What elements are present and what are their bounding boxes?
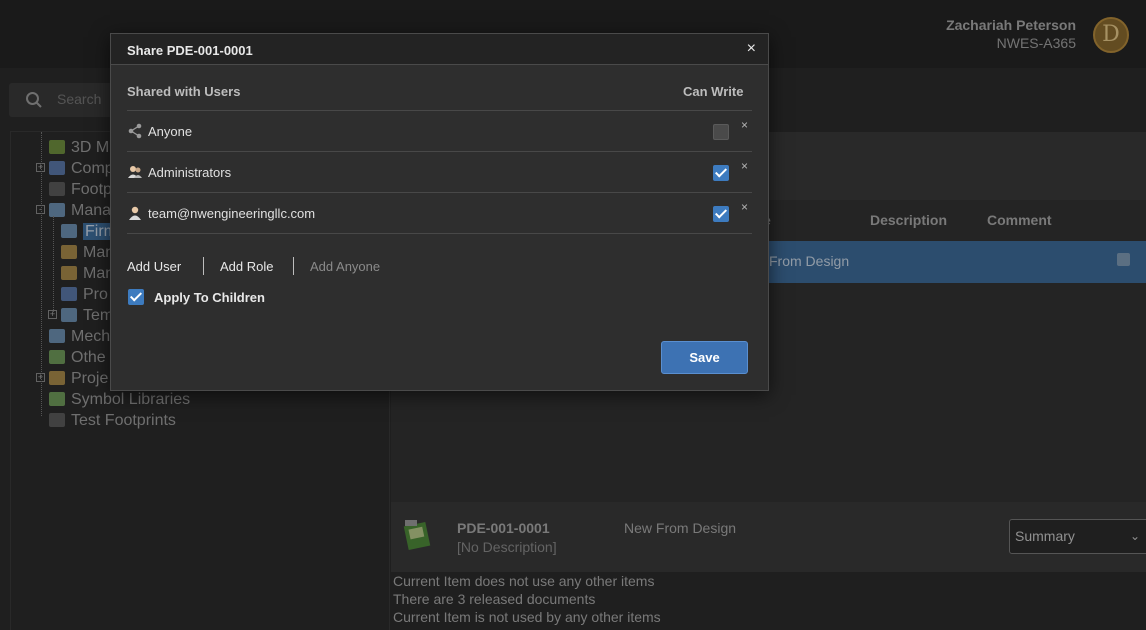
- shared-users-header: Shared with Users: [127, 84, 241, 99]
- add-user-link[interactable]: Add User: [127, 259, 181, 274]
- divider: [127, 233, 752, 234]
- user-icon: [129, 206, 141, 220]
- can-write-checkbox[interactable]: [713, 206, 729, 222]
- share-row-user: team@nwengineeringllc.com ×: [127, 193, 752, 233]
- dialog-titlebar: Share PDE-001-0001 ×: [111, 34, 768, 65]
- can-write-header: Can Write: [683, 84, 744, 99]
- apply-to-children-checkbox[interactable]: [128, 289, 144, 305]
- dialog-title: Share PDE-001-0001: [127, 43, 253, 58]
- share-row-anyone: Anyone ×: [127, 111, 752, 151]
- remove-icon[interactable]: ×: [741, 200, 748, 214]
- share-row-administrators: Administrators ×: [127, 152, 752, 192]
- share-row-name: team@nwengineeringllc.com: [148, 206, 316, 221]
- can-write-checkbox[interactable]: [713, 165, 729, 181]
- remove-icon[interactable]: ×: [741, 159, 748, 173]
- remove-icon[interactable]: ×: [741, 118, 748, 132]
- add-role-link[interactable]: Add Role: [220, 259, 273, 274]
- share-row-name: Anyone: [148, 124, 193, 139]
- share-icon: [128, 123, 142, 139]
- close-icon[interactable]: ×: [747, 40, 756, 58]
- can-write-checkbox[interactable]: [713, 124, 729, 140]
- separator: [293, 257, 294, 275]
- apply-to-children-label[interactable]: Apply To Children: [154, 290, 265, 305]
- add-anyone-link: Add Anyone: [310, 259, 381, 274]
- share-row-name: Administrators: [148, 165, 232, 180]
- group-icon: [128, 166, 142, 178]
- share-dialog: Share PDE-001-0001 × Shared with Users C…: [110, 33, 769, 391]
- separator: [203, 257, 204, 275]
- save-button[interactable]: Save: [661, 341, 748, 374]
